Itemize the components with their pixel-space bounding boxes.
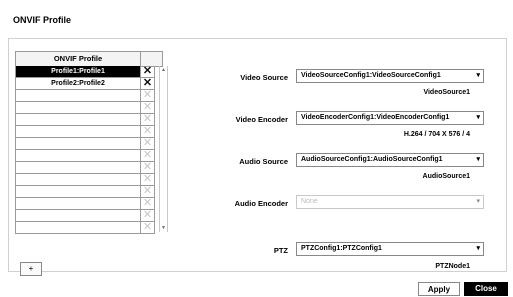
close-button[interactable]: Close <box>464 282 508 296</box>
profile-column-header: ONVIF Profile <box>15 51 141 67</box>
video-source-label: Video Source <box>240 73 288 82</box>
profile-row[interactable]: ✕ <box>15 210 163 222</box>
window-title: ONVIF Profile <box>13 15 72 25</box>
profile-row[interactable]: Profile1:Profile1 ✕ <box>15 66 163 78</box>
profile-name[interactable] <box>15 210 141 222</box>
profile-name[interactable] <box>15 162 141 174</box>
profile-row[interactable]: ✕ <box>15 150 163 162</box>
profile-name[interactable] <box>15 126 141 138</box>
profile-row[interactable]: ✕ <box>15 114 163 126</box>
profile-row[interactable]: ✕ <box>15 126 163 138</box>
profile-table-header: ONVIF Profile <box>15 51 163 67</box>
profile-name[interactable] <box>15 174 141 186</box>
profile-name[interactable]: Profile2:Profile2 <box>15 78 141 90</box>
scroll-down-arrow-icon[interactable]: ▼ <box>161 225 166 231</box>
audio-encoder-label: Audio Encoder <box>234 199 288 208</box>
chevron-down-icon: ▾ <box>476 72 480 79</box>
delete-profile-icon: ✕ <box>141 222 155 234</box>
profile-name[interactable] <box>15 138 141 150</box>
audio-encoder-select[interactable]: None ▾ <box>296 195 484 209</box>
video-source-sub: VideoSource1 <box>423 89 470 96</box>
profile-name[interactable] <box>15 198 141 210</box>
profile-row[interactable]: ✕ <box>15 90 163 102</box>
video-source-select[interactable]: VideoSourceConfig1:VideoSourceConfig1 ▾ <box>296 69 484 83</box>
chevron-down-icon: ▾ <box>476 198 480 205</box>
ptz-value: PTZConfig1:PTZConfig1 <box>301 245 382 252</box>
audio-encoder-value: None <box>301 198 318 205</box>
profile-row[interactable]: ✕ <box>15 162 163 174</box>
video-encoder-value: VideoEncoderConfig1:VideoEncoderConfig1 <box>301 114 450 121</box>
profile-name[interactable] <box>15 150 141 162</box>
profile-row[interactable]: ✕ <box>15 222 163 234</box>
video-encoder-sub: H.264 / 704 X 576 / 4 <box>403 131 470 138</box>
profile-row[interactable]: ✕ <box>15 186 163 198</box>
profile-row[interactable]: Profile2:Profile2 ✕ <box>15 78 163 90</box>
profile-row[interactable]: ✕ <box>15 138 163 150</box>
ptz-sub: PTZNode1 <box>435 263 470 270</box>
profile-name[interactable] <box>15 186 141 198</box>
profile-name[interactable] <box>15 90 141 102</box>
chevron-down-icon: ▾ <box>476 156 480 163</box>
profile-row[interactable]: ✕ <box>15 174 163 186</box>
ptz-select[interactable]: PTZConfig1:PTZConfig1 ▾ <box>296 242 484 256</box>
profile-table: ONVIF Profile Profile1:Profile1 ✕ Profile2… <box>15 51 163 234</box>
ptz-label: PTZ <box>273 246 288 255</box>
video-source-value: VideoSourceConfig1:VideoSourceConfig1 <box>301 72 441 79</box>
add-profile-button[interactable]: + <box>20 262 42 276</box>
chevron-down-icon: ▾ <box>476 245 480 252</box>
profile-name[interactable]: Profile1:Profile1 <box>15 66 141 78</box>
profile-name[interactable] <box>15 102 141 114</box>
apply-button[interactable]: Apply <box>418 282 460 296</box>
profile-scrollbar[interactable]: ▲ ▼ <box>159 66 168 232</box>
profile-name[interactable] <box>15 114 141 126</box>
video-encoder-label: Video Encoder <box>235 115 288 124</box>
chevron-down-icon: ▾ <box>476 114 480 121</box>
audio-source-sub: AudioSource1 <box>422 173 470 180</box>
audio-source-select[interactable]: AudioSourceConfig1:AudioSourceConfig1 ▾ <box>296 153 484 167</box>
profile-row[interactable]: ✕ <box>15 198 163 210</box>
scroll-up-arrow-icon[interactable]: ▲ <box>161 67 166 73</box>
audio-source-value: AudioSourceConfig1:AudioSourceConfig1 <box>301 156 443 163</box>
video-encoder-select[interactable]: VideoEncoderConfig1:VideoEncoderConfig1 … <box>296 111 484 125</box>
profile-name[interactable] <box>15 222 141 234</box>
profile-row[interactable]: ✕ <box>15 102 163 114</box>
audio-source-label: Audio Source <box>239 157 288 166</box>
